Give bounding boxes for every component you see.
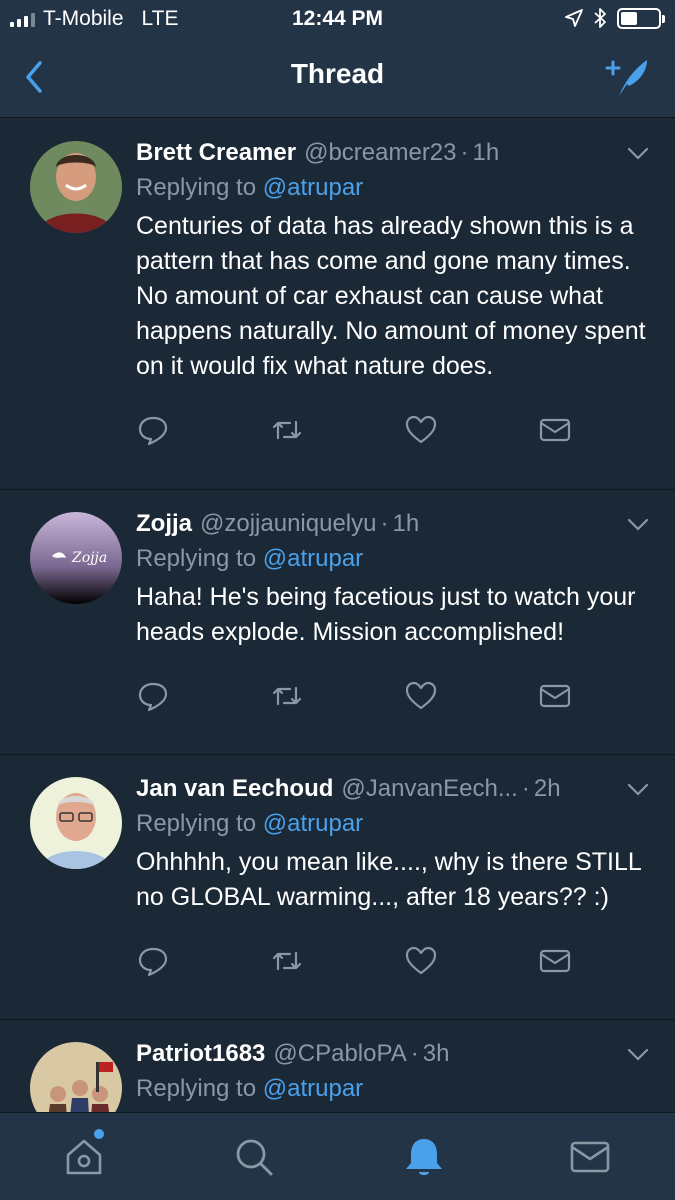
nav-bar: Thread [0, 40, 675, 118]
author-handle[interactable]: @bcreamer23 [304, 137, 456, 169]
separator-dot: · [380, 510, 389, 537]
mention-link[interactable]: @atrupar [263, 545, 363, 572]
tweet-time: 1h [392, 510, 420, 537]
like-heart-icon[interactable] [404, 680, 438, 712]
tweet-time: 2h [533, 775, 561, 802]
chevron-down-icon[interactable] [627, 783, 649, 797]
replying-to: Replying to @atrupar [136, 540, 655, 578]
separator-dot: · [460, 139, 469, 166]
tweet[interactable]: Jan van Eechoud @JanvanEech... · 2h Repl… [0, 755, 675, 1020]
author-handle[interactable]: @zojjauniquelyu [200, 508, 376, 540]
author-name[interactable]: Brett Creamer [136, 137, 296, 169]
status-bar: T-Mobile LTE 12:44 PM [0, 0, 675, 40]
like-heart-icon[interactable] [404, 945, 438, 977]
tab-notifications[interactable] [400, 1133, 448, 1181]
direct-message-icon[interactable] [538, 945, 572, 977]
messages-envelope-icon [570, 1141, 610, 1173]
tweet[interactable]: Patriot1683 @CPabloPA · 3h Replying to @… [0, 1020, 675, 1112]
page-title: Thread [290, 58, 385, 89]
replying-to: Replying to @atrupar [136, 169, 655, 207]
thread-feed[interactable]: Brett Creamer @bcreamer23 · 1h Replying … [0, 119, 675, 1112]
separator-dot: · [521, 775, 530, 802]
avatar[interactable] [30, 1042, 122, 1112]
tweet-text: Haha! He's being facetious just to watch… [136, 583, 636, 646]
tweet-text: Ohhhhh, you mean like...., why is there … [136, 848, 641, 911]
tweet-actions [136, 664, 655, 738]
replying-to: Replying to @atrupar [136, 1070, 655, 1108]
mention-link[interactable]: @atrupar [263, 810, 363, 837]
tweet-time: 1h [472, 139, 500, 166]
avatar[interactable] [30, 777, 122, 869]
notifications-bell-icon [406, 1139, 442, 1175]
replying-label: Replying to [136, 174, 257, 201]
direct-message-icon[interactable] [538, 680, 572, 712]
home-icon [66, 1139, 102, 1175]
tweet-time: 3h [422, 1040, 450, 1067]
author-name[interactable]: Jan van Eechoud [136, 773, 333, 805]
reply-icon[interactable] [136, 414, 170, 446]
replying-label: Replying to [136, 1075, 257, 1102]
retweet-icon[interactable] [270, 414, 304, 446]
tab-home[interactable] [60, 1129, 108, 1181]
chevron-down-icon[interactable] [627, 147, 649, 161]
avatar[interactable]: Zojja [30, 512, 122, 604]
replying-label: Replying to [136, 545, 257, 572]
mention-link[interactable]: @atrupar [263, 174, 363, 201]
tweet[interactable]: Brett Creamer @bcreamer23 · 1h Replying … [0, 119, 675, 490]
bluetooth-icon [594, 8, 606, 28]
tweet[interactable]: Zojja Zojja @zojjauniquelyu · 1h Replyin… [0, 490, 675, 755]
tweet-actions [136, 398, 655, 472]
tab-search[interactable] [230, 1133, 278, 1181]
author-handle[interactable]: @JanvanEech... [341, 773, 517, 805]
author-handle[interactable]: @CPabloPA [273, 1038, 406, 1070]
chevron-down-icon[interactable] [627, 1048, 649, 1062]
reply-icon[interactable] [136, 945, 170, 977]
tweet-actions [136, 929, 655, 1003]
tab-bar [0, 1112, 675, 1200]
reply-icon[interactable] [136, 680, 170, 712]
tweet-text: Centuries of data has already shown this… [136, 212, 646, 380]
replying-to: Replying to @atrupar [136, 805, 655, 843]
direct-message-icon[interactable] [538, 414, 572, 446]
search-icon [236, 1139, 273, 1176]
author-name[interactable]: Patriot1683 [136, 1038, 265, 1070]
tab-messages[interactable] [566, 1133, 614, 1181]
like-heart-icon[interactable] [404, 414, 438, 446]
retweet-icon[interactable] [270, 945, 304, 977]
author-name[interactable]: Zojja [136, 508, 192, 540]
compose-tweet-icon[interactable] [603, 56, 649, 98]
location-arrow-icon [565, 9, 583, 27]
separator-dot: · [410, 1040, 419, 1067]
svg-text:Zojja: Zojja [71, 550, 107, 566]
replying-label: Replying to [136, 810, 257, 837]
chevron-down-icon[interactable] [627, 518, 649, 532]
avatar[interactable] [30, 141, 122, 233]
battery-icon [617, 7, 665, 29]
new-tweets-dot [94, 1129, 104, 1139]
mention-link[interactable]: @atrupar [263, 1075, 363, 1102]
retweet-icon[interactable] [270, 680, 304, 712]
